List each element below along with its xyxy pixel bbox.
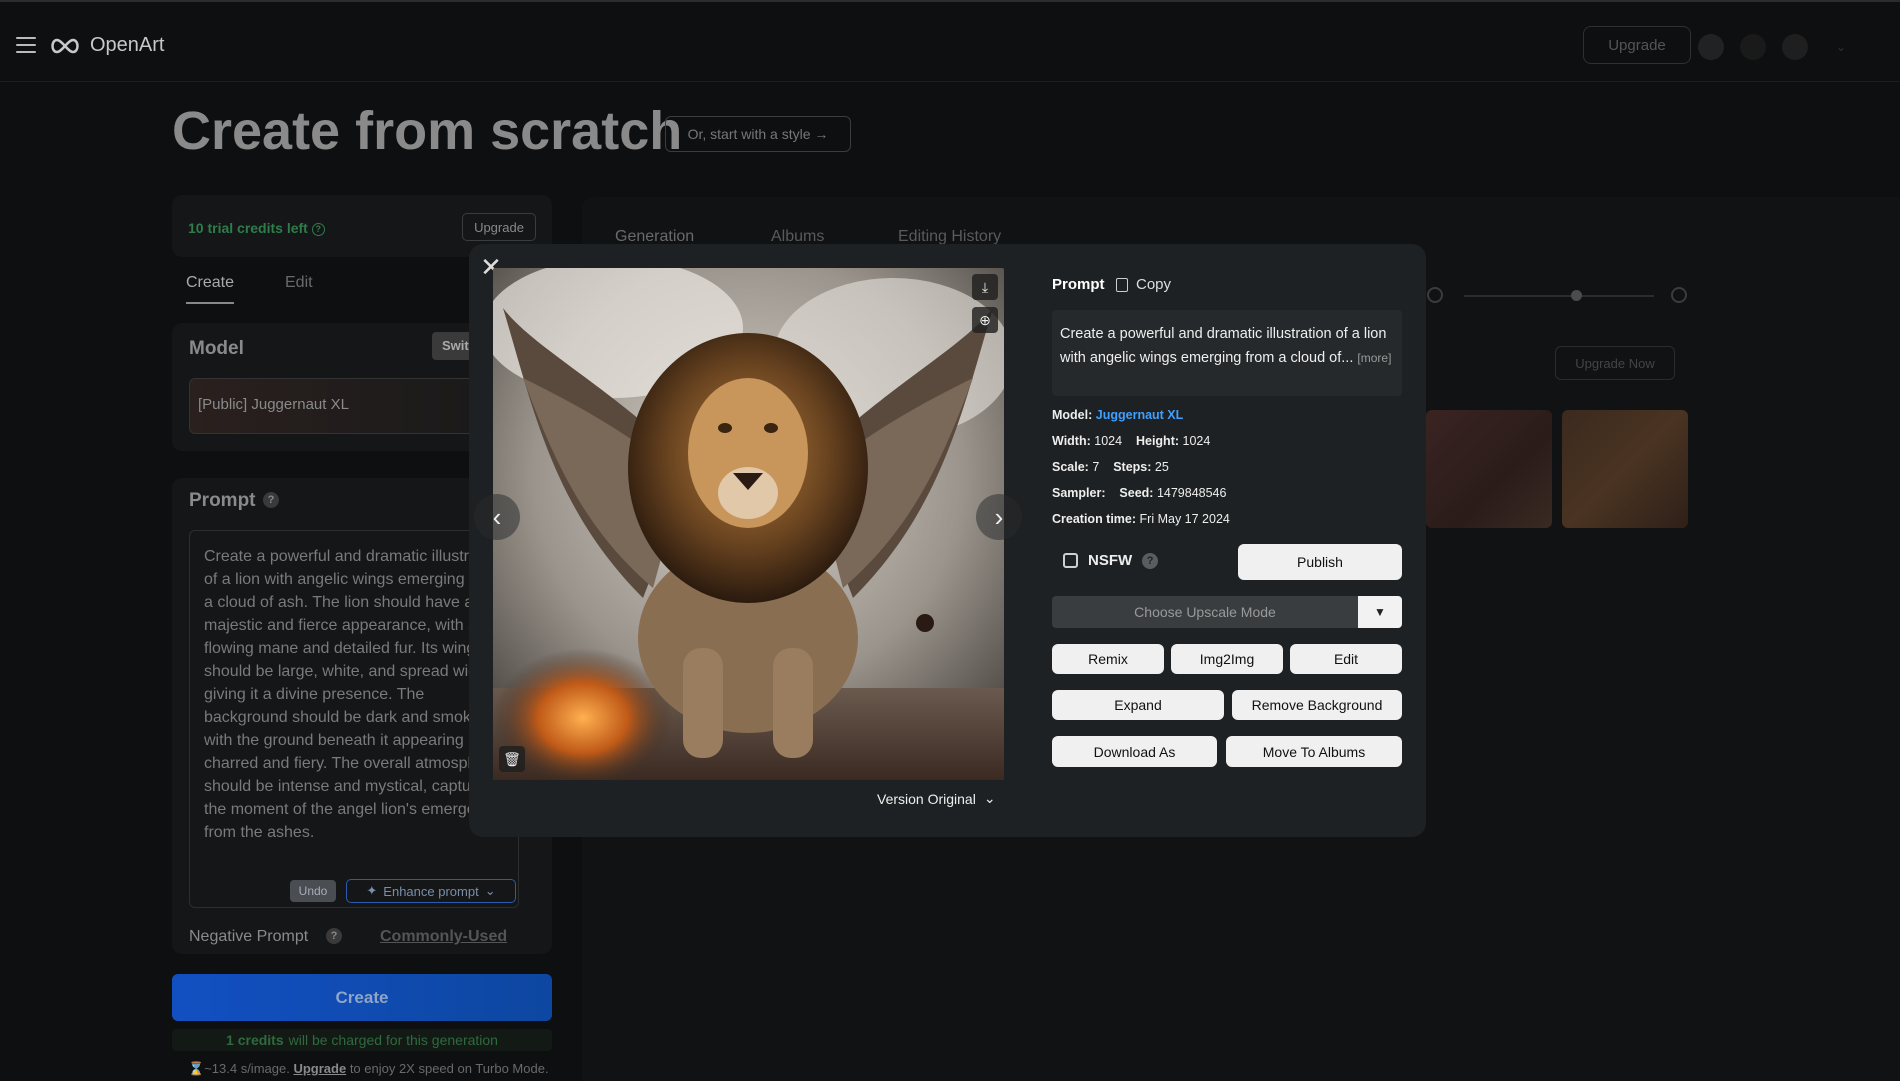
chevron-down-icon[interactable]: ⌄ bbox=[1836, 40, 1846, 54]
edit-button[interactable]: Edit bbox=[1290, 644, 1402, 674]
model-title: Model bbox=[189, 338, 244, 359]
gallery-thumbnail[interactable] bbox=[1426, 410, 1552, 528]
credits-upgrade-button[interactable]: Upgrade bbox=[462, 213, 536, 241]
upscale-mode-select[interactable]: Choose Upscale Mode ▼ bbox=[1052, 596, 1402, 628]
avatar[interactable] bbox=[1782, 34, 1808, 60]
tab-edit[interactable]: Edit bbox=[285, 274, 313, 292]
magic-wand-icon: ✦ bbox=[366, 883, 378, 898]
charge-info: 1 credits will be charged for this genera… bbox=[172, 1029, 552, 1051]
remix-button[interactable]: Remix bbox=[1052, 644, 1164, 674]
modal-prompt-label: Prompt bbox=[1052, 276, 1105, 293]
app-name[interactable]: OpenArt bbox=[90, 34, 164, 57]
chevron-down-icon: ⌄ bbox=[983, 790, 996, 806]
previous-image-arrow[interactable]: ‹ bbox=[474, 494, 520, 540]
generated-image[interactable] bbox=[493, 268, 1004, 780]
menu-icon[interactable] bbox=[16, 37, 36, 53]
undo-button[interactable]: Undo bbox=[290, 880, 336, 902]
next-image-arrow[interactable]: › bbox=[976, 494, 1022, 540]
model-select[interactable]: [Public] Juggernaut XL bbox=[189, 378, 489, 434]
tab-create[interactable]: Create bbox=[186, 274, 235, 304]
creation-time-info: Creation time: Fri May 17 2024 bbox=[1052, 512, 1230, 526]
zoom-slider-handle[interactable] bbox=[1571, 290, 1582, 301]
turbo-upgrade-link[interactable]: Upgrade bbox=[293, 1061, 346, 1076]
model-link[interactable]: Juggernaut XL bbox=[1096, 408, 1184, 422]
version-select[interactable]: Version Original ⌄ bbox=[877, 790, 996, 807]
download-as-button[interactable]: Download As bbox=[1052, 736, 1217, 767]
create-button[interactable]: Create bbox=[172, 974, 552, 1021]
discord-icon[interactable] bbox=[1698, 34, 1724, 60]
trash-icon[interactable]: 🗑 bbox=[499, 746, 525, 772]
zoom-slider[interactable] bbox=[1464, 295, 1654, 297]
page-title: Create from scratch bbox=[172, 101, 683, 161]
move-to-albums-button[interactable]: Move To Albums bbox=[1226, 736, 1402, 767]
help-icon: ? bbox=[311, 222, 325, 236]
hourglass-icon: ⌛ bbox=[188, 1061, 205, 1076]
publish-button[interactable]: Publish bbox=[1238, 544, 1402, 580]
commonly-used-link[interactable]: Commonly-Used bbox=[380, 928, 507, 946]
zoom-out-icon[interactable] bbox=[1427, 287, 1443, 303]
help-icon: ? bbox=[1142, 552, 1159, 569]
sampler-seed-info: Sampler: Seed: 1479848546 bbox=[1052, 486, 1227, 500]
negative-prompt-label: Negative Prompt bbox=[189, 928, 309, 945]
negative-help-icon[interactable]: ? bbox=[326, 928, 342, 944]
chevron-down-icon: ⌄ bbox=[484, 883, 496, 898]
scale-steps-info: Scale: 7 Steps: 25 bbox=[1052, 460, 1169, 474]
nsfw-checkbox bbox=[1063, 553, 1078, 568]
gallery-thumbnail[interactable] bbox=[1562, 410, 1688, 528]
start-with-style-button[interactable]: Or, start with a style → bbox=[665, 116, 851, 152]
prompt-help-icon[interactable]: ? bbox=[263, 492, 279, 508]
copy-prompt-button[interactable]: Copy bbox=[1116, 276, 1171, 293]
chevron-down-icon: ▼ bbox=[1358, 596, 1402, 628]
copy-icon bbox=[1116, 277, 1128, 292]
nsfw-toggle[interactable]: NSFW? bbox=[1063, 552, 1159, 569]
dimensions-info: Width: 1024 Height: 1024 bbox=[1052, 434, 1211, 448]
model-info: Model: Juggernaut XL bbox=[1052, 408, 1184, 422]
more-link[interactable]: [more] bbox=[1357, 351, 1391, 365]
turbo-info: ⌛~13.4 s/image. Upgrade to enjoy 2X spee… bbox=[188, 1061, 549, 1076]
enhance-prompt-button[interactable]: ✦ Enhance prompt ⌄ bbox=[346, 879, 516, 903]
zoom-icon[interactable]: ⊕ bbox=[972, 307, 998, 333]
download-icon[interactable]: ⤓ bbox=[972, 274, 998, 300]
modal-prompt-text: Create a powerful and dramatic illustrat… bbox=[1052, 310, 1402, 396]
img2img-button[interactable]: Img2Img bbox=[1171, 644, 1283, 674]
bell-icon[interactable] bbox=[1740, 34, 1766, 60]
upgrade-now-button[interactable]: Upgrade Now bbox=[1555, 346, 1675, 380]
expand-button[interactable]: Expand bbox=[1052, 690, 1224, 720]
trial-credits-text: 10 trial credits left ? bbox=[188, 220, 325, 236]
prompt-title: Prompt bbox=[189, 490, 256, 511]
openart-logo-icon[interactable] bbox=[48, 36, 82, 56]
remove-background-button[interactable]: Remove Background bbox=[1232, 690, 1402, 720]
zoom-in-icon[interactable] bbox=[1671, 287, 1687, 303]
topbar-upgrade-button[interactable]: Upgrade bbox=[1583, 26, 1691, 64]
